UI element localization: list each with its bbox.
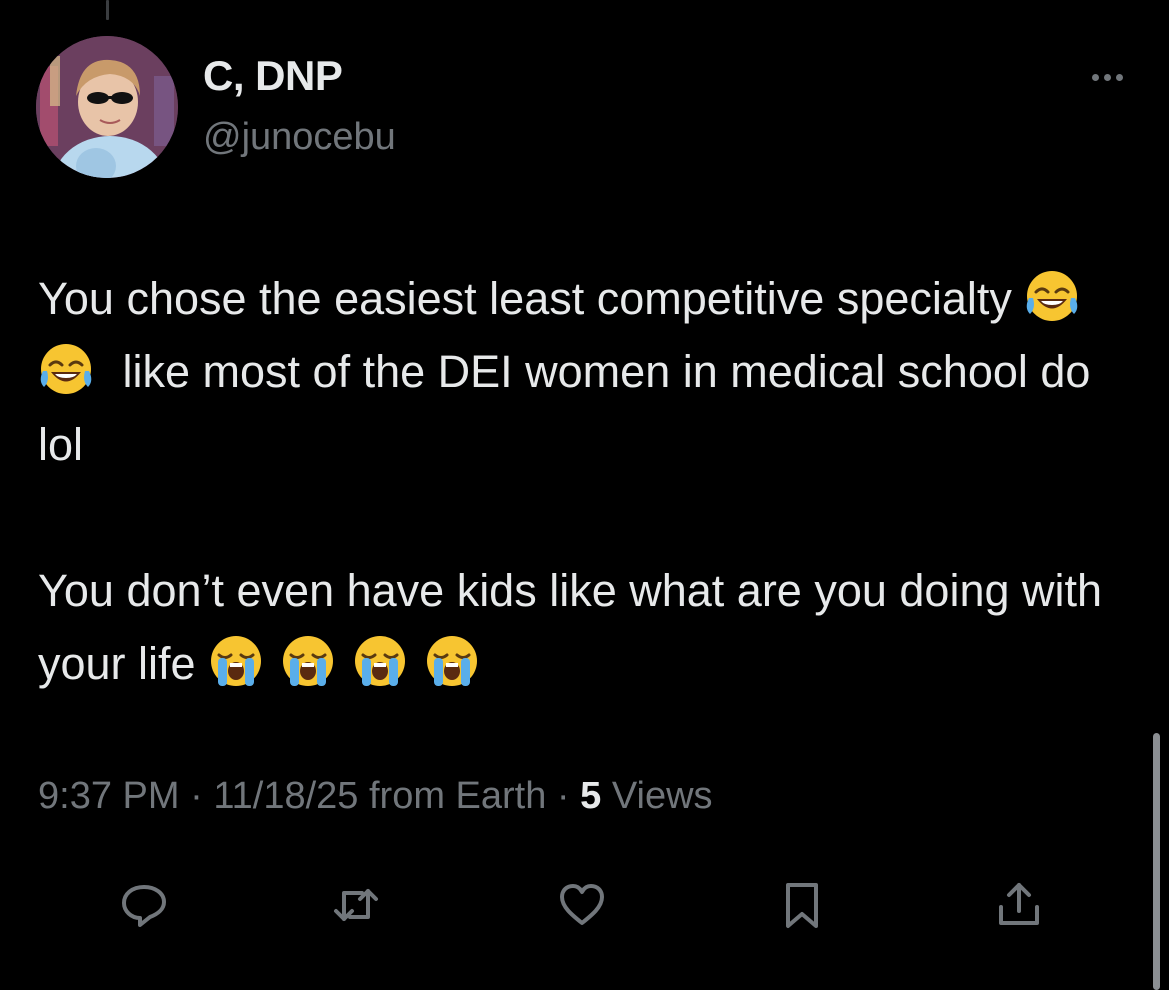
tweet-paragraph-1: You chose the easiest least competitive … [38, 262, 1128, 481]
more-dot-icon [1115, 73, 1123, 81]
tweet-paragraph-2: You don’t even have kids like what are y… [38, 554, 1128, 700]
loudly-crying-face-icon [280, 633, 336, 689]
retweet-button[interactable] [326, 875, 386, 935]
views-label[interactable]: Views [601, 775, 713, 817]
bookmark-button[interactable] [772, 875, 832, 935]
author-handle[interactable]: @junocebu [203, 116, 396, 159]
bookmark-icon [786, 883, 818, 928]
share-icon [999, 883, 1039, 925]
meta-separator: · [546, 775, 581, 817]
tweet-action-bar [0, 875, 1169, 935]
retweet-icon [334, 889, 378, 921]
tweet-metadata: 9:37 PM · 11/18/25 from Earth · 5 Views [38, 775, 713, 818]
tweet-text-segment: like most of the DEI women in medical sc… [38, 346, 1091, 470]
more-dot-icon [1103, 73, 1111, 81]
author-display-name[interactable]: C, DNP [203, 52, 343, 100]
reply-button[interactable] [114, 875, 174, 935]
tweet-text-segment: You don’t even have kids like what are y… [38, 565, 1103, 689]
scrollbar-thumb[interactable] [1153, 733, 1160, 990]
thread-connector-line [106, 0, 109, 20]
tweet-time[interactable]: 9:37 PM [38, 775, 180, 817]
avatar[interactable] [36, 36, 178, 178]
face-with-tears-of-joy-icon [38, 341, 94, 397]
tweet-text-segment: You chose the easiest least competitive … [38, 273, 1025, 324]
more-options-button[interactable] [1083, 62, 1131, 92]
reply-icon [122, 885, 166, 927]
tweet-text: You chose the easiest least competitive … [38, 262, 1128, 700]
heart-icon [560, 884, 604, 925]
loudly-crying-face-icon [352, 633, 408, 689]
share-button[interactable] [989, 875, 1049, 935]
tweet-source: from Earth [358, 775, 547, 817]
like-button[interactable] [552, 875, 612, 935]
more-dot-icon [1091, 73, 1099, 81]
loudly-crying-face-icon [424, 633, 480, 689]
face-with-tears-of-joy-icon [1024, 268, 1080, 324]
loudly-crying-face-icon [208, 633, 264, 689]
profile-photo-icon [36, 36, 178, 178]
meta-separator: · [179, 775, 214, 817]
tweet-date[interactable]: 11/18/25 [213, 775, 358, 817]
views-count[interactable]: 5 [580, 775, 601, 817]
